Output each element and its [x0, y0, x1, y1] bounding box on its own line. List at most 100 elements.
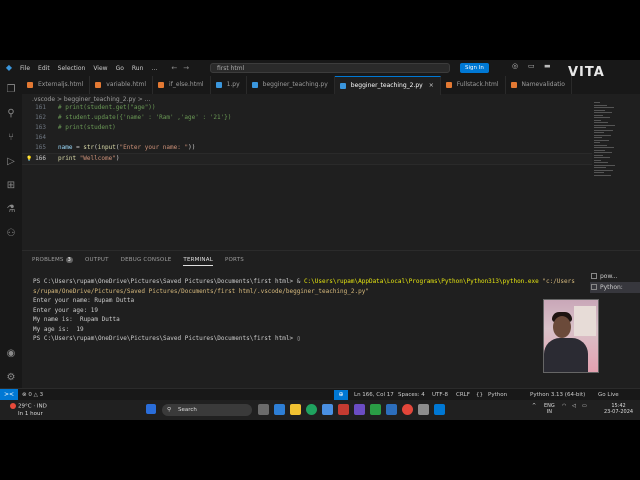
tab-1-py[interactable]: 1.py [211, 76, 247, 94]
testing-icon[interactable]: ⚗ [5, 204, 17, 216]
zoom-icon[interactable]: ⊕ [334, 390, 348, 400]
code-line[interactable]: 165 name = str(input("Enter your name: ")… [22, 143, 592, 153]
sign-in-button[interactable]: Sign In [460, 63, 489, 73]
code-editor[interactable]: 161 # print(student.get("age")) 162 # stude… [22, 103, 592, 243]
minimap-stroke [594, 127, 606, 128]
menu-file[interactable]: File [20, 65, 30, 72]
webcam-overlay [543, 299, 599, 373]
search-icon[interactable]: ⚲ [5, 108, 17, 120]
breadcrumb[interactable]: .vscode > begginer_teaching_2.py > ... [32, 96, 150, 103]
terminal-line: s/rupam/OneDrive/Pictures/Saved Pictures… [33, 287, 583, 297]
teams-icon[interactable] [354, 404, 365, 415]
menu-edit[interactable]: Edit [38, 65, 50, 72]
title-bar: ◆ File Edit Selection View Go Run … ← → … [0, 60, 640, 80]
terminal-instance[interactable]: pow... [590, 271, 640, 282]
code-text: # student.update({'name' : 'Ram' ,'age' … [58, 113, 231, 123]
back-arrow-icon[interactable]: ← [171, 64, 177, 72]
terminal-cursor: ▯ [296, 335, 301, 342]
source-control-icon[interactable]: ⑂ [5, 132, 17, 144]
weather-widget[interactable]: 29°C · IND In 1 hour [10, 403, 47, 418]
file-explorer-icon[interactable] [290, 404, 301, 415]
panel-tab-ports[interactable]: PORTS [225, 257, 244, 266]
minimap[interactable] [594, 102, 624, 182]
file-type-icon [251, 82, 258, 88]
command-center-search[interactable]: first html [210, 63, 450, 73]
minimap-stroke [594, 159, 601, 161]
tab-begginer-teaching-py[interactable]: begginer_teaching.py [247, 76, 335, 94]
volume-icon[interactable]: ◁ [572, 403, 576, 409]
menu-run[interactable]: Run [132, 65, 144, 72]
menu-more[interactable]: … [151, 65, 157, 72]
clock[interactable]: 15:42 23-07-2024 [604, 403, 633, 415]
layout-icon[interactable]: ▭ [528, 62, 535, 70]
layout-panel-icon[interactable]: ▬ [544, 62, 551, 70]
app-icon[interactable] [418, 404, 429, 415]
code-line[interactable]: 161 # print(student.get("age")) [22, 103, 592, 113]
chrome-icon[interactable] [402, 404, 413, 415]
tab-if-else-html[interactable]: if_else.html [153, 76, 211, 94]
windows-taskbar: 29°C · IND In 1 hour ⚲ Search ^ ENG IN ◠ … [0, 400, 640, 420]
language-indicator[interactable]: ENG IN [544, 403, 555, 415]
store-icon[interactable] [322, 404, 333, 415]
widgets-icon[interactable] [274, 404, 285, 415]
vscode-taskbar-icon[interactable] [434, 404, 445, 415]
terminal-line: My age is: 19 [33, 325, 583, 335]
forward-arrow-icon[interactable]: → [183, 64, 189, 72]
account-icon[interactable]: ◉ [5, 348, 17, 360]
panel-tab-debug-console[interactable]: DEBUG CONSOLE [121, 257, 172, 266]
task-view-icon[interactable] [258, 404, 269, 415]
command-center-label: first html [217, 65, 245, 72]
panel-tab-label: PROBLEMS [32, 257, 64, 263]
tab-namevalidatio[interactable]: Namevalidatio [506, 76, 572, 94]
battery-icon[interactable]: ▭ [582, 403, 587, 409]
lightbulb-icon[interactable]: 💡 [26, 154, 32, 164]
tab-label: begginer_teaching.py [262, 81, 328, 88]
minimap-stroke [594, 149, 605, 151]
close-icon[interactable]: × [429, 82, 434, 89]
panel-tab-output[interactable]: OUTPUT [85, 257, 109, 266]
code-line[interactable]: 164 [22, 133, 592, 143]
minimap-stroke [594, 117, 610, 118]
tray-chevron-icon[interactable]: ^ [532, 403, 536, 409]
menu-selection[interactable]: Selection [58, 65, 86, 72]
explorer-icon[interactable]: ❐ [5, 84, 17, 96]
person-head [553, 316, 571, 338]
tab-label: if_else.html [169, 81, 204, 88]
tab-begginer-teaching-2-py[interactable]: begginer_teaching_2.py × [334, 76, 441, 95]
run-debug-icon[interactable]: ▷ [5, 156, 17, 168]
line-number: 161 [35, 104, 46, 111]
extensions-icon[interactable]: ⊞ [5, 180, 17, 192]
terminal-output[interactable]: PS C:\Users\rupam\OneDrive\Pictures\Save… [33, 277, 583, 344]
menu-view[interactable]: View [93, 65, 107, 72]
tab-externaljs-html[interactable]: Externaljs.html [22, 76, 91, 94]
panel-tab-label: PORTS [224, 257, 244, 263]
code-text: # print(student.get("age")) [58, 103, 156, 113]
mail-icon[interactable] [386, 404, 397, 415]
tab-fullstack-html[interactable]: Fullstack.html [441, 76, 506, 94]
code-line[interactable]: 162 # student.update({'name' : 'Ram' ,'ag… [22, 113, 592, 123]
code-line[interactable]: 163 # print(student) [22, 123, 592, 133]
tab-variable-html[interactable]: variable.html [90, 76, 154, 94]
panel-tab-problems[interactable]: PROBLEMS 3 [32, 257, 74, 266]
minimap-stroke [594, 139, 609, 141]
xbox-icon[interactable] [370, 404, 381, 415]
taskbar-search[interactable]: ⚲ Search [162, 404, 252, 416]
edge-icon[interactable] [306, 404, 317, 415]
terminal-text: PS C:\Users\rupam\OneDrive\Pictures\Save… [33, 278, 304, 285]
panel-tab-terminal[interactable]: TERMINAL [183, 257, 213, 266]
python-icon[interactable]: ⚇ [5, 228, 17, 240]
tab-label: Fullstack.html [456, 81, 499, 88]
code-token: ) [115, 155, 120, 162]
copilot-icon[interactable]: ◎ [512, 62, 518, 70]
start-button-icon[interactable] [146, 404, 156, 414]
line-number: 162 [35, 114, 46, 121]
menu-go[interactable]: Go [116, 65, 124, 72]
code-line[interactable]: 166 💡 print "Wellcome") [22, 153, 592, 165]
code-token: = [72, 144, 84, 151]
file-type-icon [510, 82, 517, 88]
terminal-instance[interactable]: Python: [590, 282, 640, 293]
office-icon[interactable] [338, 404, 349, 415]
settings-gear-icon[interactable]: ⚙ [5, 372, 17, 384]
wifi-icon[interactable]: ◠ [562, 403, 566, 409]
file-type-icon [215, 82, 222, 88]
